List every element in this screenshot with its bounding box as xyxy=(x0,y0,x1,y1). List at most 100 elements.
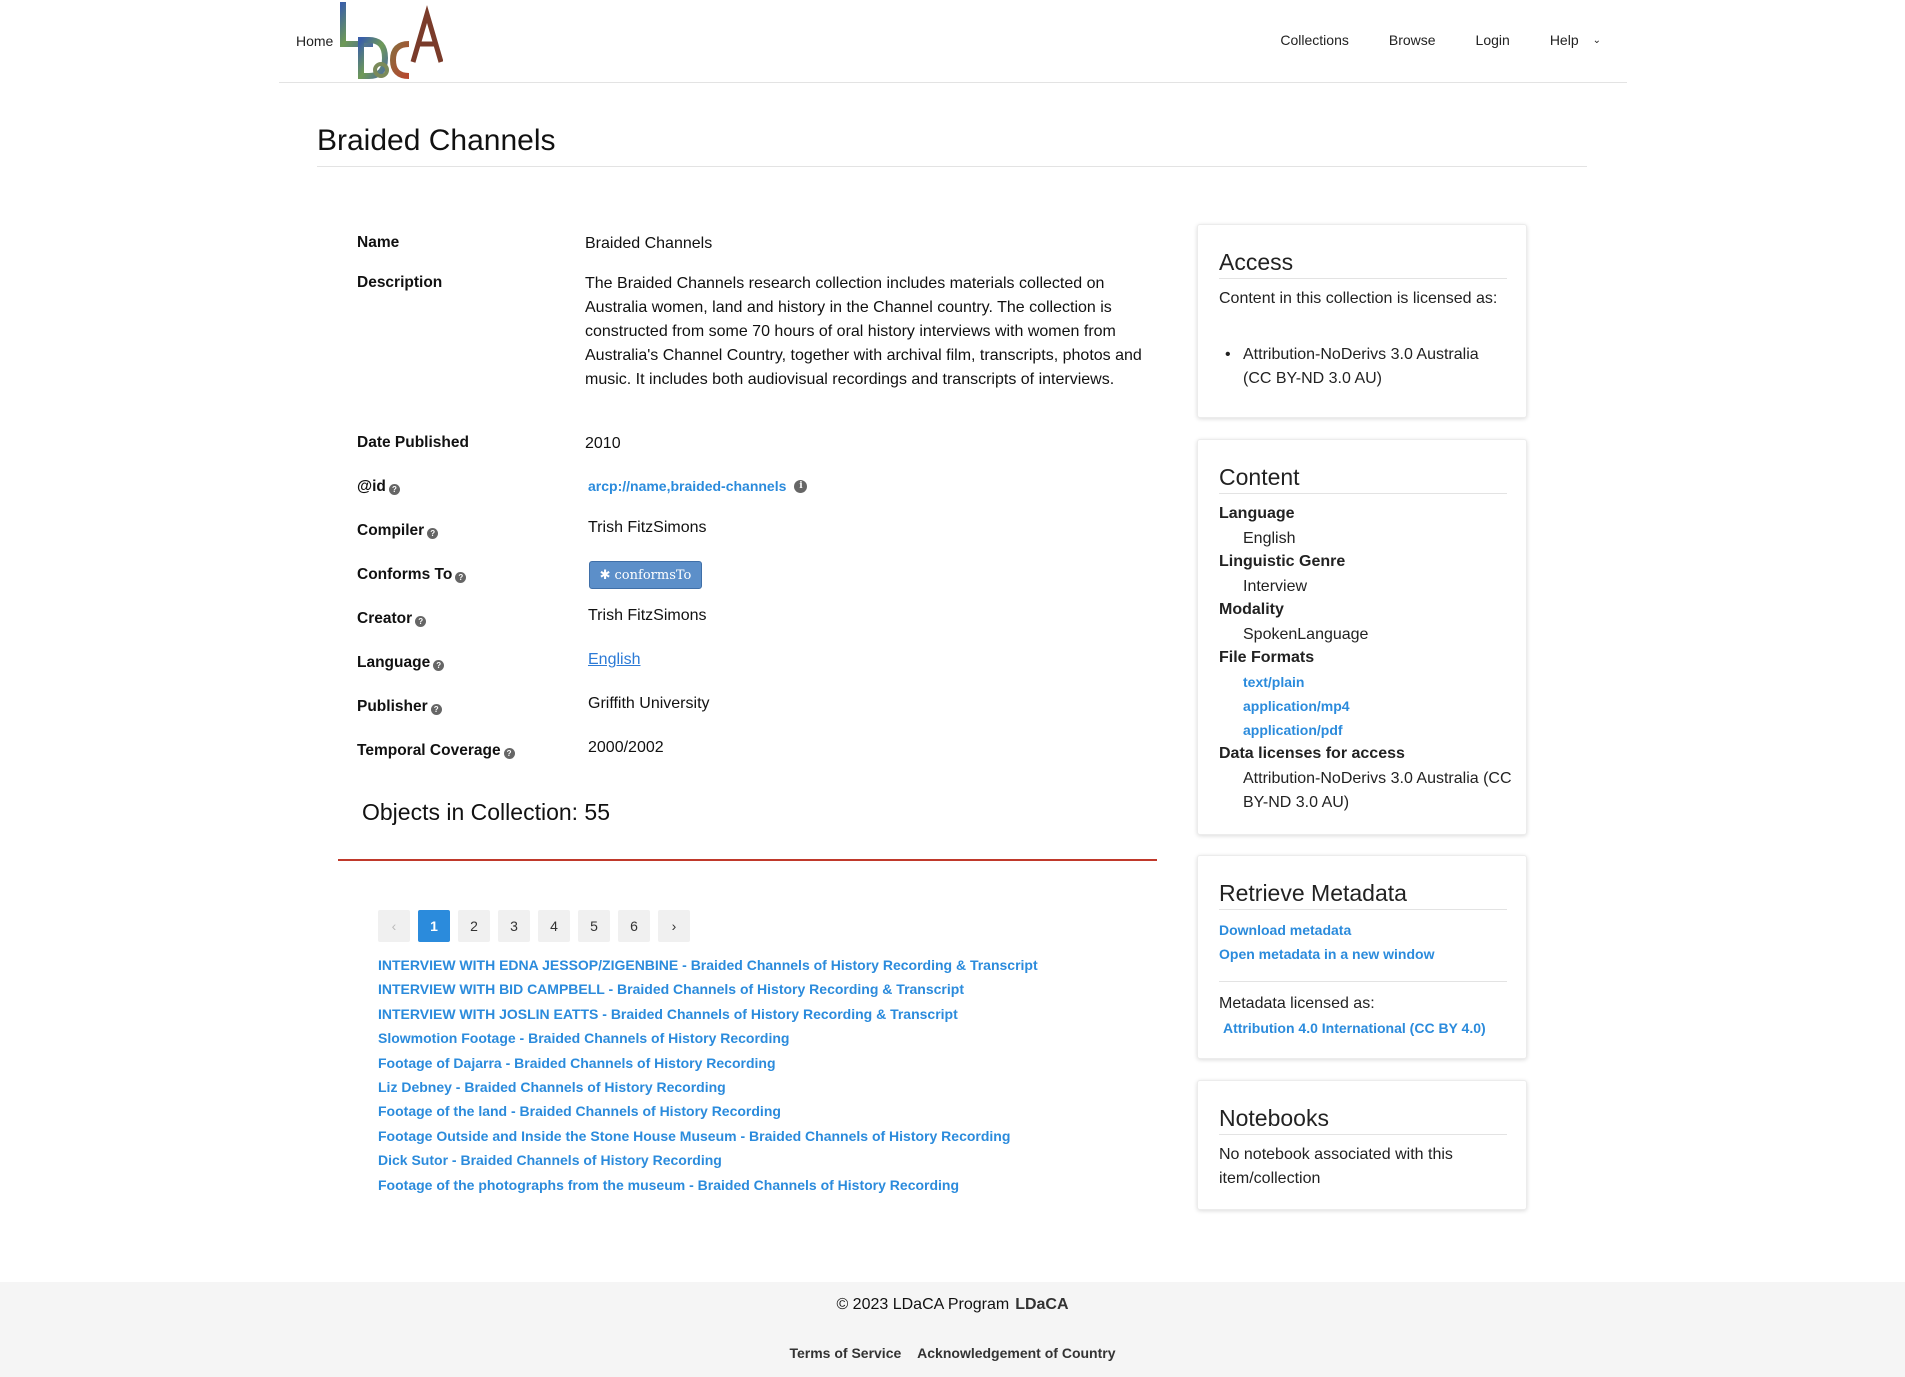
conforms-to-label: Conforms To? xyxy=(357,566,467,584)
id-label: @id? xyxy=(357,478,400,496)
notebooks-title: Notebooks xyxy=(1219,1105,1329,1131)
page-button-6[interactable]: 6 xyxy=(618,910,650,942)
access-license-item: • Attribution-NoDerivs 3.0 Australia (CC… xyxy=(1225,343,1505,391)
format-link[interactable]: application/pdf xyxy=(1243,722,1343,738)
id-link[interactable]: arcp://name,braided-channels xyxy=(588,474,786,498)
card-divider xyxy=(1219,909,1507,910)
content-licenses-value: Attribution-NoDerivs 3.0 Australia (CC B… xyxy=(1243,770,1512,811)
top-navbar: Home Collections Browse Login Help ⌄ xyxy=(279,0,1627,83)
retrieve-title: Retrieve Metadata xyxy=(1219,880,1407,906)
page-button-1[interactable]: 1 xyxy=(418,910,450,942)
footer-brand-link[interactable]: LDaCA xyxy=(1015,1296,1068,1313)
notebooks-text: No notebook associated with this item/co… xyxy=(1219,1146,1453,1187)
help-icon[interactable]: ? xyxy=(503,747,515,759)
language-link[interactable]: English xyxy=(588,651,640,668)
page-button-3[interactable]: 3 xyxy=(498,910,530,942)
name-value: Braided Channels xyxy=(585,235,713,252)
help-icon[interactable]: ? xyxy=(430,703,442,715)
language-label: Language? xyxy=(357,654,445,672)
access-card: Access Content in this collection is lic… xyxy=(1197,224,1527,418)
retrieve-metadata-card: Retrieve Metadata Download metadata Open… xyxy=(1197,855,1527,1059)
object-link[interactable]: Footage Outside and Inside the Stone Hou… xyxy=(378,1124,1038,1148)
help-icon[interactable]: ? xyxy=(455,571,467,583)
temporal-coverage-value: 2000/2002 xyxy=(588,739,664,756)
content-card: Content Language English Linguistic Genr… xyxy=(1197,439,1527,835)
access-text: Content in this collection is licensed a… xyxy=(1219,290,1498,307)
content-modality-value: SpokenLanguage xyxy=(1243,626,1369,643)
content-language-value: English xyxy=(1243,530,1296,547)
page-title: Braided Channels xyxy=(317,124,556,157)
format-link[interactable]: text/plain xyxy=(1243,674,1304,690)
help-icon[interactable]: ? xyxy=(388,483,400,495)
access-title: Access xyxy=(1219,249,1294,275)
info-icon[interactable]: i xyxy=(794,479,808,493)
object-link[interactable]: Footage of the land - Braided Channels o… xyxy=(378,1099,1038,1123)
access-license: Attribution-NoDerivs 3.0 Australia (CC B… xyxy=(1243,346,1479,387)
creator-value: Trish FitzSimons xyxy=(588,607,707,624)
object-link[interactable]: Slowmotion Footage - Braided Channels of… xyxy=(378,1026,1038,1050)
page-button-5[interactable]: 5 xyxy=(578,910,610,942)
help-icon[interactable]: ? xyxy=(427,527,439,539)
page-button-4[interactable]: 4 xyxy=(538,910,570,942)
object-link[interactable]: INTERVIEW WITH BID CAMPBELL - Braided Ch… xyxy=(378,977,1038,1001)
nav-browse[interactable]: Browse xyxy=(1389,32,1436,48)
nav-collections[interactable]: Collections xyxy=(1280,32,1348,48)
content-title: Content xyxy=(1219,464,1300,490)
footer-links: Terms of Service Acknowledgement of Coun… xyxy=(0,1345,1905,1361)
compiler-label: Compiler? xyxy=(357,522,439,540)
id-value-row: arcp://name,braided-channels i xyxy=(588,474,808,498)
date-published-value: 2010 xyxy=(585,435,621,452)
publisher-label: Publisher? xyxy=(357,698,442,716)
object-link[interactable]: INTERVIEW WITH JOSLIN EATTS - Braided Ch… xyxy=(378,1002,1038,1026)
ldaca-logo[interactable] xyxy=(339,0,443,80)
temporal-coverage-label: Temporal Coverage? xyxy=(357,742,515,760)
objects-divider xyxy=(338,859,1157,861)
title-divider xyxy=(317,166,1587,167)
card-divider xyxy=(1219,1134,1507,1135)
pagination: ‹ 1 2 3 4 5 6 › xyxy=(378,910,698,942)
metadata-license-link[interactable]: Attribution 4.0 International (CC BY 4.0… xyxy=(1223,1020,1486,1036)
page-button-2[interactable]: 2 xyxy=(458,910,490,942)
creator-label: Creator? xyxy=(357,610,427,628)
description-value: The Braided Channels research collection… xyxy=(585,275,1142,388)
notebooks-card: Notebooks No notebook associated with th… xyxy=(1197,1080,1527,1210)
help-icon[interactable]: ? xyxy=(433,659,445,671)
objects-heading: Objects in Collection: 55 xyxy=(362,799,611,825)
nav-login[interactable]: Login xyxy=(1476,32,1510,48)
help-icon[interactable]: ? xyxy=(415,615,427,627)
download-metadata-link[interactable]: Download metadata xyxy=(1219,922,1351,938)
nav-links: Collections Browse Login Help ⌄ xyxy=(1240,32,1627,48)
card-divider xyxy=(1219,493,1507,494)
chevron-down-icon: ⌄ xyxy=(1592,34,1601,46)
nav-help-label: Help xyxy=(1549,32,1579,48)
name-label: Name xyxy=(357,234,400,251)
content-genre-value: Interview xyxy=(1243,578,1308,595)
footer: © 2023 LDaCA Program LDaCA Terms of Servi… xyxy=(0,1282,1905,1377)
nav-help[interactable]: Help ⌄ xyxy=(1550,32,1601,48)
conforms-to-button[interactable]: ✱ conformsTo xyxy=(589,561,702,589)
acknowledgement-link[interactable]: Acknowledgement of Country xyxy=(917,1345,1115,1361)
content-genre-label: Linguistic Genre xyxy=(1219,553,1346,570)
copyright-text: © 2023 LDaCA Program xyxy=(836,1296,1010,1313)
object-link[interactable]: Dick Sutor - Braided Channels of History… xyxy=(378,1148,1038,1172)
metadata-licensed-label: Metadata licensed as: xyxy=(1219,995,1375,1012)
compiler-value: Trish FitzSimons xyxy=(588,519,707,536)
object-link[interactable]: Footage of the photographs from the muse… xyxy=(378,1173,1038,1197)
puzzle-icon: ✱ xyxy=(599,567,611,583)
home-link[interactable]: Home xyxy=(296,33,333,49)
open-metadata-link[interactable]: Open metadata in a new window xyxy=(1219,946,1434,962)
date-published-label: Date Published xyxy=(357,434,469,451)
format-link[interactable]: application/mp4 xyxy=(1243,698,1350,714)
chevron-left-icon: ‹ xyxy=(391,918,397,934)
objects-list: INTERVIEW WITH EDNA JESSOP/ZIGENBINE - B… xyxy=(378,953,1038,1197)
object-link[interactable]: INTERVIEW WITH EDNA JESSOP/ZIGENBINE - B… xyxy=(378,953,1038,977)
card-divider xyxy=(1219,278,1507,279)
content-modality-label: Modality xyxy=(1219,601,1284,618)
prev-page-button[interactable]: ‹ xyxy=(378,910,410,942)
object-link[interactable]: Liz Debney - Braided Channels of History… xyxy=(378,1075,1038,1099)
card-divider xyxy=(1219,981,1507,982)
next-page-button[interactable]: › xyxy=(658,910,690,942)
conforms-to-text: conformsTo xyxy=(614,567,692,583)
terms-link[interactable]: Terms of Service xyxy=(789,1345,901,1361)
object-link[interactable]: Footage of Dajarra - Braided Channels of… xyxy=(378,1051,1038,1075)
